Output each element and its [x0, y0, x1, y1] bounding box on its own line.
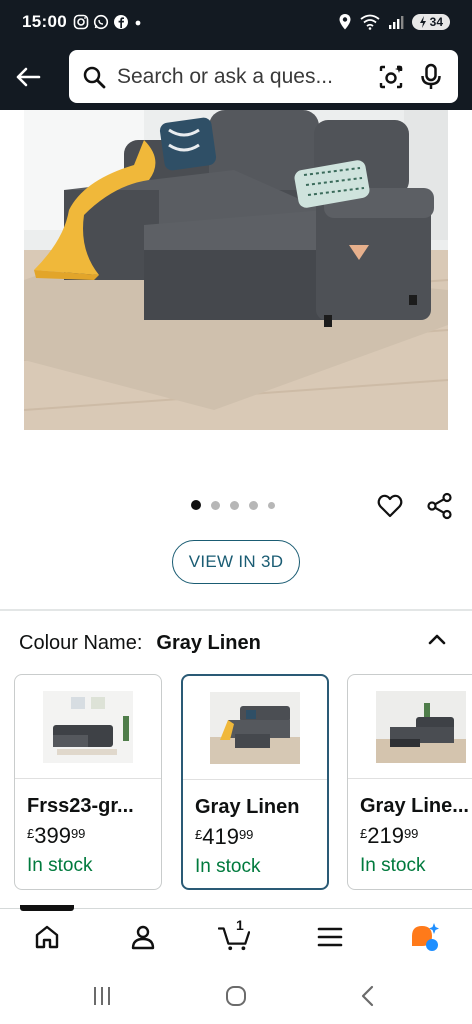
- signal-icon: [388, 16, 404, 29]
- gallery-dot: [211, 500, 220, 510]
- variant-carousel[interactable]: Frss23-gr... £ 399 99 In stock Gray Line…: [14, 674, 472, 890]
- price-fraction: 99: [70, 826, 86, 841]
- app-header: Search or ask a ques...: [0, 44, 472, 110]
- facebook-icon: [113, 15, 128, 29]
- notification-icons: [73, 14, 143, 30]
- cart-tab[interactable]: 1: [218, 917, 250, 953]
- rufus-icon: [412, 923, 439, 951]
- variant-card-selected[interactable]: Gray Linen £ 419 99 In stock: [181, 674, 329, 890]
- section-divider: [0, 609, 472, 611]
- whatsapp-icon: [93, 14, 109, 30]
- wishlist-button[interactable]: [376, 492, 404, 520]
- variant-stock: In stock: [360, 855, 426, 876]
- variant-stock: In stock: [195, 856, 261, 877]
- gallery-indicator: [191, 500, 275, 510]
- active-tab-indicator: [20, 905, 74, 911]
- microphone-icon[interactable]: [416, 62, 446, 92]
- variant-name: Frss23-gr...: [27, 795, 134, 817]
- location-icon: [339, 14, 351, 30]
- variant-card[interactable]: Frss23-gr... £ 399 99 In stock: [14, 674, 162, 890]
- variant-thumbnail: [348, 675, 472, 779]
- variant-price: £ 399 99: [27, 823, 85, 849]
- battery-level: 34: [429, 15, 443, 29]
- search-bar[interactable]: Search or ask a ques...: [69, 50, 458, 103]
- colour-value: Gray Linen: [156, 631, 261, 654]
- share-button[interactable]: [426, 492, 454, 520]
- camera-search-icon[interactable]: [376, 62, 406, 92]
- back-system-button[interactable]: [354, 982, 382, 1010]
- status-bar: 15:00 34: [0, 0, 472, 44]
- back-arrow-icon: [16, 67, 41, 87]
- sofa-photo: [24, 110, 448, 430]
- menu-icon: [317, 927, 343, 947]
- home-circle-icon: [226, 986, 246, 1006]
- variant-stock: In stock: [27, 855, 93, 876]
- price-currency: £: [27, 826, 35, 841]
- status-time: 15:00: [22, 12, 67, 31]
- home-tab[interactable]: [31, 921, 63, 953]
- back-button[interactable]: [0, 49, 56, 105]
- account-icon: [131, 925, 155, 950]
- variant-price: £ 419 99: [195, 824, 253, 850]
- share-icon: [427, 492, 452, 520]
- menu-tab[interactable]: [314, 921, 346, 953]
- colour-label: Colour Name:: [19, 631, 143, 654]
- instagram-icon: [73, 14, 89, 30]
- variant-name: Gray Line...: [360, 795, 469, 817]
- gallery-dot: [268, 501, 275, 509]
- battery-icon: 34: [411, 14, 450, 30]
- cart-icon: [218, 927, 250, 951]
- home-system-button[interactable]: [222, 982, 250, 1010]
- wifi-icon: [360, 14, 380, 30]
- rufus-tab[interactable]: [408, 921, 440, 953]
- variant-name: Gray Linen: [195, 796, 300, 818]
- gallery-dot: [230, 500, 239, 510]
- gallery-dot: [191, 500, 201, 510]
- search-input[interactable]: Search or ask a ques...: [117, 65, 366, 89]
- heart-icon: [377, 494, 403, 518]
- price-currency: £: [195, 827, 203, 842]
- price-fraction: 99: [403, 826, 419, 841]
- dot-icon: [135, 20, 141, 26]
- variant-thumbnail: [15, 675, 161, 779]
- search-icon: [81, 64, 107, 90]
- colour-selector-header[interactable]: Colour Name: Gray Linen: [19, 630, 451, 656]
- cart-count-badge: 1: [236, 917, 244, 933]
- back-chevron-icon: [361, 985, 374, 1007]
- price-whole: 419: [202, 824, 239, 849]
- price-whole: 399: [34, 823, 71, 848]
- bottom-navigation: 1: [0, 905, 472, 966]
- price-currency: £: [360, 826, 368, 841]
- variant-thumbnail: [183, 676, 327, 780]
- recents-button[interactable]: [88, 982, 116, 1010]
- price-fraction: 99: [238, 827, 254, 842]
- chevron-up-icon[interactable]: [427, 630, 447, 650]
- variant-card[interactable]: Gray Line... £ 219 99 In stock: [347, 674, 472, 890]
- price-whole: 219: [367, 823, 404, 848]
- home-icon: [35, 925, 59, 949]
- gallery-dot: [249, 500, 258, 510]
- view-in-3d-button[interactable]: VIEW IN 3D: [172, 540, 300, 584]
- product-image[interactable]: [24, 110, 448, 430]
- recents-icon: [94, 987, 110, 1005]
- system-icons: 34: [338, 13, 450, 31]
- variant-price: £ 219 99: [360, 823, 418, 849]
- account-tab[interactable]: [127, 921, 159, 953]
- system-navigation-bar: [0, 966, 472, 1024]
